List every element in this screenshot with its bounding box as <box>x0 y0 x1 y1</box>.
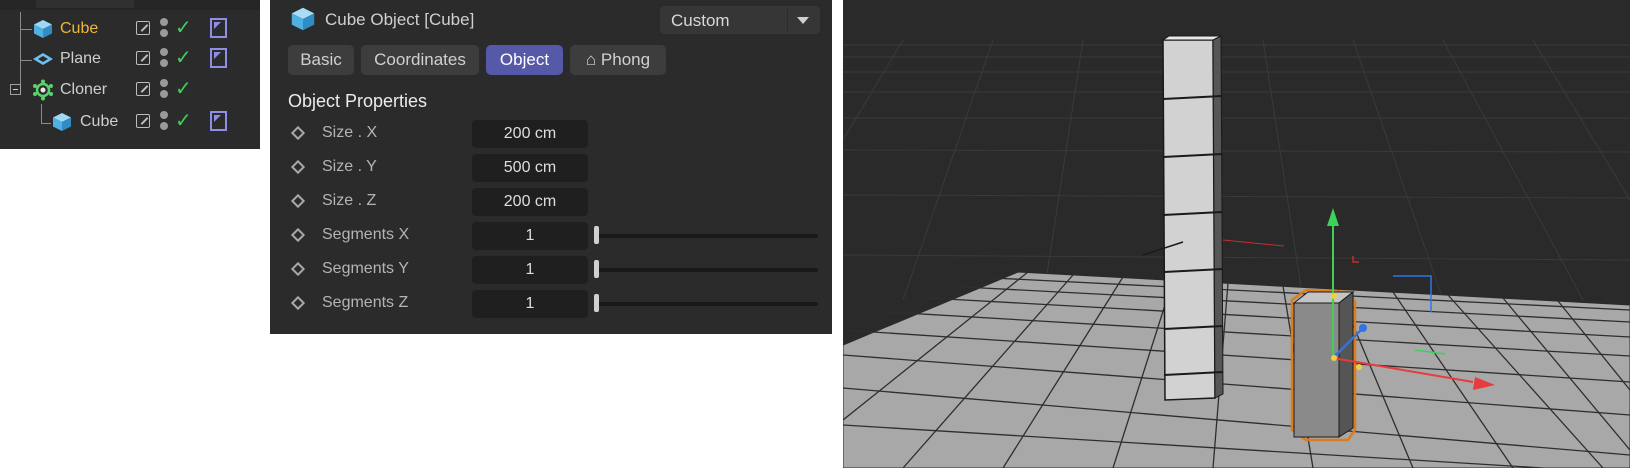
object-label: Cloner <box>60 81 108 98</box>
edit-icon[interactable] <box>136 51 150 65</box>
keyframe-diamond-icon[interactable] <box>290 295 306 311</box>
segments-y-field[interactable]: 1 <box>472 256 588 284</box>
size-x-field[interactable]: 200 cm <box>472 120 588 148</box>
param-label: Segments X <box>322 226 410 243</box>
segments-x-field[interactable]: 1 <box>472 222 588 250</box>
slider-handle[interactable] <box>594 294 599 312</box>
tag-icon[interactable] <box>210 48 227 68</box>
param-label: Size . X <box>322 124 378 141</box>
size-z-field[interactable]: 200 cm <box>472 188 588 216</box>
param-label: Segments Z <box>322 294 409 311</box>
param-size-y: Size . Y 500 cm <box>270 151 832 185</box>
enabled-check-icon[interactable]: ✓ <box>175 15 192 40</box>
keyframe-diamond-icon[interactable] <box>290 261 306 277</box>
enabled-check-icon[interactable]: ✓ <box>175 45 192 70</box>
enabled-check-icon[interactable]: ✓ <box>175 108 192 133</box>
param-label: Size . Z <box>322 192 377 209</box>
cube-icon <box>291 7 315 31</box>
segments-x-slider[interactable] <box>598 234 818 238</box>
param-size-z: Size . Z 200 cm <box>270 185 832 219</box>
object-row-plane[interactable]: Plane ✓ <box>0 44 260 75</box>
background-grid <box>843 39 1630 301</box>
param-label: Size . Y <box>322 158 377 175</box>
cube-icon <box>34 20 52 38</box>
object-label: Cube <box>60 20 99 37</box>
attribute-manager-panel: Cube Object [Cube] Custom Basic Coordina… <box>270 0 832 334</box>
dropdown-divider <box>787 9 788 31</box>
keyframe-diamond-icon[interactable] <box>290 193 306 209</box>
visibility-dots-icon[interactable] <box>160 48 169 70</box>
chevron-down-icon[interactable] <box>797 17 809 24</box>
slider-handle[interactable] <box>594 226 599 244</box>
keyframe-diamond-icon[interactable] <box>290 125 306 141</box>
object-row-cube[interactable]: Cube ✓ <box>0 14 260 45</box>
param-segments-y: Segments Y 1 <box>270 253 832 287</box>
tab-basic[interactable]: Basic <box>288 45 354 75</box>
keyframe-diamond-icon[interactable] <box>290 159 306 175</box>
tab-object[interactable]: Object <box>486 45 563 75</box>
viewport-scene[interactable] <box>843 0 1630 468</box>
param-segments-x: Segments X 1 <box>270 219 832 253</box>
plane-icon <box>33 53 53 65</box>
tab-phong[interactable]: ⌂ Phong <box>570 45 666 75</box>
selected-cube[interactable] <box>1290 288 1357 442</box>
keyframe-diamond-icon[interactable] <box>290 227 306 243</box>
param-segments-z: Segments Z 1 <box>270 287 832 321</box>
size-y-field[interactable]: 500 cm <box>472 154 588 182</box>
object-manager-panel: Cube ✓ Plane ✓ Cloner ✓ Cube ✓ <box>0 0 260 149</box>
edit-icon[interactable] <box>136 114 150 128</box>
edit-icon[interactable] <box>136 82 150 96</box>
mode-dropdown[interactable]: Custom <box>660 6 820 34</box>
segments-z-field[interactable]: 1 <box>472 290 588 318</box>
tag-icon[interactable] <box>210 111 227 131</box>
enabled-check-icon[interactable]: ✓ <box>175 76 192 101</box>
3d-viewport[interactable] <box>843 0 1630 468</box>
visibility-dots-icon[interactable] <box>160 79 169 101</box>
tab-coordinates[interactable]: Coordinates <box>361 45 479 75</box>
slider-handle[interactable] <box>594 260 599 278</box>
section-heading: Object Properties <box>288 91 428 111</box>
object-label: Cube <box>80 113 119 130</box>
mode-dropdown-value: Custom <box>671 11 730 30</box>
visibility-dots-icon[interactable] <box>160 18 169 40</box>
cloner-icon <box>33 79 53 101</box>
param-label: Segments Y <box>322 260 409 277</box>
cube-icon <box>53 113 71 131</box>
object-row-cloner[interactable]: Cloner ✓ <box>0 75 260 106</box>
segments-y-slider[interactable] <box>598 268 818 272</box>
object-manager-header <box>0 0 260 10</box>
cloned-cube-tower[interactable] <box>1161 35 1224 401</box>
param-size-x: Size . X 200 cm <box>270 117 832 151</box>
panel-title: Cube Object [Cube] <box>325 10 475 29</box>
segments-z-slider[interactable] <box>598 302 818 306</box>
visibility-dots-icon[interactable] <box>160 111 169 133</box>
collapse-icon[interactable] <box>10 84 21 95</box>
object-label: Plane <box>60 50 101 67</box>
tag-icon[interactable] <box>210 18 227 38</box>
object-row-cube-child[interactable]: Cube ✓ <box>0 107 260 138</box>
edit-icon[interactable] <box>136 21 150 35</box>
